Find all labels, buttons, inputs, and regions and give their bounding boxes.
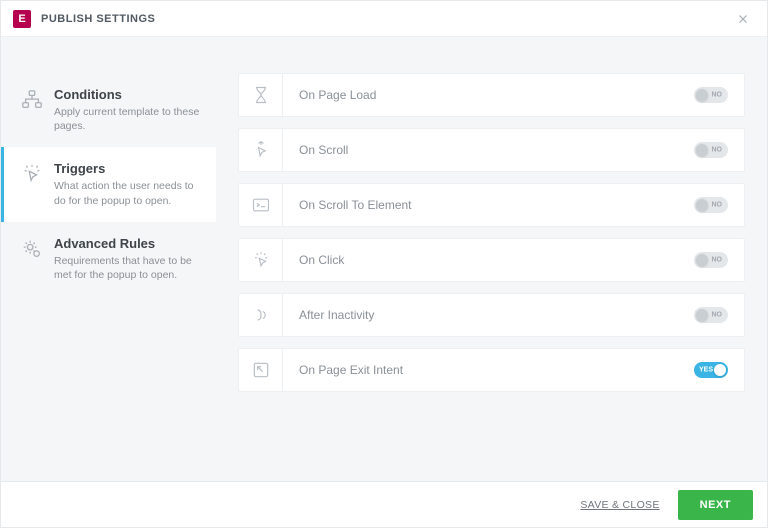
trigger-label: On Scroll To Element <box>283 184 688 226</box>
sidebar-item-title: Advanced Rules <box>54 236 200 251</box>
click-burst-icon <box>239 239 283 281</box>
toggle-text: NO <box>712 202 723 209</box>
toggle-text: YES <box>699 367 713 374</box>
sidebar-item-desc: Apply current template to these pages. <box>54 105 200 133</box>
toggle-knob <box>696 144 708 156</box>
trigger-row-inactivity: After Inactivity NO <box>238 293 745 337</box>
trigger-row-scroll: On Scroll NO <box>238 128 745 172</box>
sidebar: Conditions Apply current template to the… <box>1 37 216 481</box>
modal-title: PUBLISH SETTINGS <box>41 13 155 25</box>
sidebar-item-desc: What action the user needs to do for the… <box>54 179 200 207</box>
trigger-row-click: On Click NO <box>238 238 745 282</box>
triggers-panel: On Page Load NO On Scroll NO <box>216 37 767 481</box>
sidebar-item-advanced[interactable]: Advanced Rules Requirements that have to… <box>1 222 216 296</box>
inactivity-icon <box>239 294 283 336</box>
sitemap-icon <box>18 87 46 133</box>
trigger-label: On Page Load <box>283 74 688 116</box>
close-icon <box>736 12 750 26</box>
toggle-scroll-element[interactable]: NO <box>694 197 728 213</box>
publish-settings-modal: E PUBLISH SETTINGS Conditions Apply curr… <box>0 0 768 528</box>
modal-header: E PUBLISH SETTINGS <box>1 1 767 37</box>
toggle-knob <box>696 254 708 266</box>
toggle-knob <box>696 309 708 321</box>
toggle-page-load[interactable]: NO <box>694 87 728 103</box>
toggle-text: NO <box>712 312 723 319</box>
sidebar-item-title: Triggers <box>54 161 200 176</box>
toggle-text: NO <box>712 92 723 99</box>
toggle-knob <box>696 199 708 211</box>
trigger-label: On Page Exit Intent <box>283 349 688 391</box>
toggle-text: NO <box>712 147 723 154</box>
terminal-icon <box>239 184 283 226</box>
scroll-icon <box>239 129 283 171</box>
toggle-knob <box>696 89 708 101</box>
toggle-text: NO <box>712 257 723 264</box>
toggle-inactivity[interactable]: NO <box>694 307 728 323</box>
sidebar-item-conditions[interactable]: Conditions Apply current template to the… <box>1 73 216 147</box>
modal-footer: SAVE & CLOSE NEXT <box>1 481 767 527</box>
hourglass-icon <box>239 74 283 116</box>
click-icon <box>18 161 46 207</box>
trigger-row-page-load: On Page Load NO <box>238 73 745 117</box>
toggle-scroll[interactable]: NO <box>694 142 728 158</box>
save-close-link[interactable]: SAVE & CLOSE <box>580 499 659 511</box>
toggle-click[interactable]: NO <box>694 252 728 268</box>
gear-icon <box>18 236 46 282</box>
trigger-row-exit-intent: On Page Exit Intent YES <box>238 348 745 392</box>
next-button[interactable]: NEXT <box>678 490 753 520</box>
sidebar-item-triggers[interactable]: Triggers What action the user needs to d… <box>1 147 216 221</box>
trigger-row-scroll-element: On Scroll To Element NO <box>238 183 745 227</box>
trigger-label: On Click <box>283 239 688 281</box>
modal-body: Conditions Apply current template to the… <box>1 37 767 481</box>
elementor-logo: E <box>13 10 31 28</box>
exit-intent-icon <box>239 349 283 391</box>
sidebar-item-title: Conditions <box>54 87 200 102</box>
sidebar-item-desc: Requirements that have to be met for the… <box>54 254 200 282</box>
trigger-label: After Inactivity <box>283 294 688 336</box>
close-button[interactable] <box>731 7 755 31</box>
toggle-knob <box>714 364 726 376</box>
trigger-label: On Scroll <box>283 129 688 171</box>
toggle-exit-intent[interactable]: YES <box>694 362 728 378</box>
